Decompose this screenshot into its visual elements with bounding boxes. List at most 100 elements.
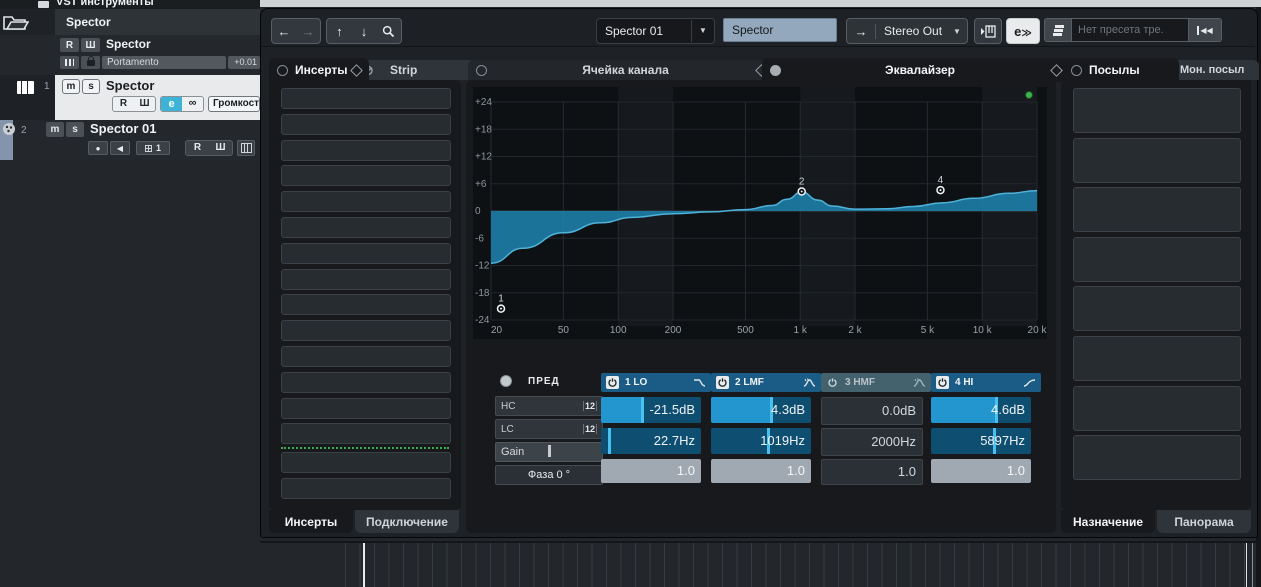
playhead-cursor[interactable]	[363, 543, 365, 587]
preset-skip-button[interactable]: ◀◀	[1188, 18, 1222, 42]
track1-volume-field[interactable]: Громкост	[208, 96, 260, 112]
track2-solo-button[interactable]: s	[66, 122, 84, 137]
locator-line[interactable]	[1246, 543, 1247, 587]
band-power-button[interactable]	[936, 376, 949, 389]
automation-write-button[interactable]: Ш	[81, 38, 100, 52]
insert-slot[interactable]	[281, 452, 451, 473]
insert-slot[interactable]	[281, 346, 451, 367]
hc-slope-icon[interactable]: 12	[582, 401, 597, 411]
hc-filter-field[interactable]: HC 12	[495, 396, 603, 416]
insert-slot[interactable]	[281, 191, 451, 213]
tab-routing[interactable]: Подключение	[355, 510, 459, 533]
band-q-field[interactable]: 1.0	[601, 459, 701, 483]
send-slot[interactable]	[1073, 286, 1241, 332]
pre-gain-slider[interactable]: Gain	[495, 442, 603, 462]
arrange-grid[interactable]	[345, 543, 1256, 587]
insert-slot[interactable]	[281, 397, 451, 419]
pre-gain-handle[interactable]	[548, 445, 551, 457]
band-q-field[interactable]: 1.0	[711, 459, 811, 483]
band-q-field[interactable]: 1.0	[931, 459, 1031, 483]
band-gain-field[interactable]: 4.6dB	[931, 397, 1031, 423]
insert-slot[interactable]	[281, 165, 451, 187]
tab-channel-strip[interactable]: Ячейка канала	[468, 60, 774, 80]
band-freq-field[interactable]: 2000Hz	[821, 428, 923, 456]
track-row-spector01[interactable]: 2 m s Spector 01 ● ◀ 1 R Ш	[0, 120, 260, 160]
lc-slope-icon[interactable]: 12	[582, 424, 597, 434]
eq-active-led[interactable]	[1025, 91, 1033, 99]
gain-handle[interactable]	[641, 397, 644, 423]
lc-filter-field[interactable]: LC 12	[495, 419, 603, 439]
channel-name-input[interactable]	[723, 18, 837, 42]
channel-selector-combo[interactable]: Spector 01 ▼	[596, 18, 715, 44]
track2-monitor-button[interactable]: ◀	[110, 141, 130, 155]
automation-read-button[interactable]: R	[60, 38, 79, 52]
band-type-icon[interactable]	[913, 377, 926, 388]
band-gain-field[interactable]: 0.0dB	[821, 397, 923, 425]
send-slot[interactable]	[1073, 236, 1241, 282]
insert-slot[interactable]	[281, 371, 451, 393]
send-slot[interactable]	[1073, 385, 1241, 431]
tab-inserts-bottom[interactable]: Инсерты	[269, 510, 353, 533]
insert-slot[interactable]	[281, 423, 451, 445]
track1-stereo-icon[interactable]: ∞	[182, 97, 203, 111]
vst-instruments-header[interactable]: VST инструменты	[0, 0, 260, 9]
insert-slot[interactable]	[281, 113, 451, 135]
band-q-field[interactable]: 1.0	[821, 459, 923, 485]
band-freq-field[interactable]: 1019Hz	[711, 428, 811, 454]
tab-equalizer[interactable]: Эквалайзер	[762, 58, 1069, 82]
band-freq-field[interactable]: 22.7Hz	[601, 428, 701, 454]
send-slot[interactable]	[1073, 137, 1241, 183]
show-instrument-button[interactable]	[974, 18, 1002, 44]
track-row-spector[interactable]: 1 m s Spector R Ш e ∞ Громкост	[0, 75, 260, 120]
track1-write-button[interactable]: Ш	[134, 97, 155, 111]
tab-direct-routing[interactable]: Назначение	[1061, 510, 1155, 533]
preset-layers-button[interactable]	[1044, 18, 1072, 42]
track1-edit-channel-button[interactable]: e	[161, 97, 182, 111]
send-slot[interactable]	[1073, 187, 1241, 233]
track-preset-field[interactable]: Нет пресета тре.	[1072, 18, 1188, 42]
track2-mute-button[interactable]: m	[46, 122, 64, 137]
automation-value-field[interactable]: +0.01	[228, 56, 260, 69]
band-type-icon[interactable]	[693, 377, 706, 388]
band-power-button[interactable]	[716, 376, 729, 389]
inserts-preset-diamond-icon[interactable]	[350, 63, 363, 77]
insert-slot[interactable]	[281, 294, 451, 316]
send-slot[interactable]	[1073, 336, 1241, 381]
lock-icon[interactable]	[81, 55, 100, 69]
tab-strip[interactable]: Strip	[355, 60, 475, 80]
forward-button[interactable]: →	[296, 24, 320, 39]
track2-write-button[interactable]: Ш	[209, 141, 232, 155]
band-gain-field[interactable]: 4.3dB	[711, 397, 811, 423]
send-slot[interactable]	[1073, 88, 1241, 133]
band-type-icon[interactable]	[803, 377, 816, 388]
phase-button[interactable]: Фаза 0 °	[495, 465, 603, 485]
channel-selector-dropdown[interactable]: ▼	[691, 20, 714, 42]
band-type-icon[interactable]	[1023, 377, 1036, 388]
output-routing-combo[interactable]: → Stereo Out ▼	[846, 18, 968, 44]
band-freq-field[interactable]: 5897Hz	[931, 428, 1031, 454]
locator-line-2[interactable]	[1252, 543, 1253, 587]
insert-slot[interactable]	[281, 139, 451, 161]
track1-solo-button[interactable]: s	[82, 79, 100, 94]
track2-record-button[interactable]: ●	[88, 141, 108, 155]
tab-sends[interactable]: Посылы	[1063, 58, 1179, 82]
folder-track-row[interactable]: Spector	[0, 9, 260, 35]
next-channel-button[interactable]: ↓	[352, 24, 377, 39]
send-slot[interactable]	[1073, 435, 1241, 481]
insert-slot[interactable]	[281, 268, 451, 290]
insert-slot[interactable]	[281, 88, 451, 109]
search-channel-button[interactable]	[376, 25, 401, 38]
insert-slot[interactable]	[281, 242, 451, 264]
track2-grid-button[interactable]: 1	[136, 141, 170, 155]
open-folder-icon[interactable]	[3, 14, 29, 31]
insert-slot[interactable]	[281, 477, 451, 499]
tab-cue-sends[interactable]: Мон. посыл	[1165, 60, 1259, 80]
track2-read-button[interactable]: R	[186, 141, 209, 155]
output-routing-dropdown[interactable]: ▼	[947, 27, 967, 36]
band-power-button[interactable]	[606, 376, 619, 389]
freq-handle[interactable]	[608, 428, 611, 454]
insert-slot[interactable]	[281, 320, 451, 342]
track2-channel-icon-button[interactable]	[237, 140, 255, 156]
pre-led-button[interactable]	[500, 375, 512, 387]
track1-mute-button[interactable]: m	[62, 79, 80, 94]
